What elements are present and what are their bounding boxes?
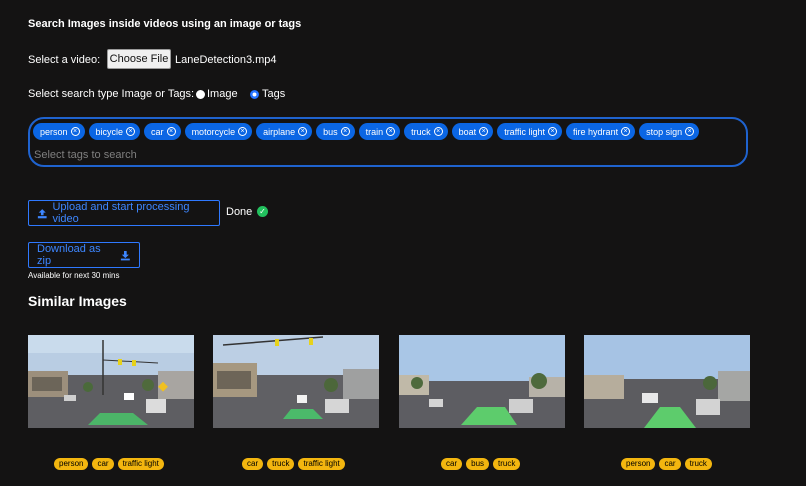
upload-status: Done [226, 206, 253, 218]
tag-chip[interactable]: person × [33, 123, 85, 140]
remove-tag-icon[interactable]: × [548, 127, 558, 136]
download-button-label: Download as zip [37, 243, 101, 267]
result-tags-4: person car truck [621, 458, 712, 470]
tag-chip-label: person [40, 126, 68, 137]
tag-chip-label: truck [411, 126, 431, 137]
download-icon [121, 250, 131, 260]
remove-tag-icon[interactable]: × [479, 127, 489, 136]
tag-chip[interactable]: airplane × [256, 123, 313, 140]
upload-icon [37, 208, 47, 218]
remove-tag-icon[interactable]: × [621, 127, 631, 136]
result-tag: bus [466, 458, 490, 470]
result-tag: car [441, 458, 463, 470]
remove-tag-icon[interactable]: × [298, 127, 308, 136]
tag-chip-label: motorcycle [191, 126, 236, 137]
tag-chip-label: traffic light [504, 126, 546, 137]
result-tags-2: car truck traffic light [242, 458, 345, 470]
result-tag: person [54, 458, 89, 470]
upload-button[interactable]: Upload and start processing video [28, 200, 220, 226]
remove-tag-icon[interactable]: × [340, 127, 350, 136]
result-image-4[interactable] [584, 335, 750, 428]
tag-chip-label: stop sign [646, 126, 683, 137]
remove-tag-icon[interactable]: × [70, 127, 80, 136]
tag-chip-label: boat [458, 126, 477, 137]
tag-chip-label: train [365, 126, 384, 137]
download-note: Available for next 30 mins [28, 271, 120, 280]
radio-image-label: Image [207, 88, 238, 100]
result-tags-1: person car traffic light [54, 458, 164, 470]
upload-button-label: Upload and start processing video [52, 201, 190, 225]
tag-chip[interactable]: stop sign × [639, 123, 700, 140]
tag-chip[interactable]: boat × [451, 123, 494, 140]
tag-chip[interactable]: traffic light × [497, 123, 563, 140]
page-title: Search Images inside videos using an ima… [28, 18, 302, 30]
check-icon: ✓ [257, 206, 268, 217]
result-tag: car [242, 458, 264, 470]
remove-tag-icon[interactable]: × [238, 127, 248, 136]
result-tag: traffic light [117, 458, 164, 470]
search-type-label: Select search type Image or Tags: [28, 88, 195, 100]
result-image-2[interactable] [213, 335, 379, 428]
result-tag: person [621, 458, 656, 470]
tag-chip[interactable]: motorcycle × [184, 123, 253, 140]
tag-chip[interactable]: train × [358, 123, 401, 140]
tag-search-input[interactable]: Select tags to search [34, 149, 137, 161]
remove-tag-icon[interactable]: × [685, 127, 695, 136]
result-tag: truck [267, 458, 295, 470]
file-name: LaneDetection3.mp4 [175, 54, 277, 66]
result-image-3[interactable] [399, 335, 565, 428]
result-tag: truck [493, 458, 521, 470]
result-tag: traffic light [298, 458, 345, 470]
tag-chip[interactable]: bus × [316, 123, 355, 140]
result-tags-3: car bus truck [441, 458, 521, 470]
result-image-1[interactable] [28, 335, 194, 428]
tag-chip-label: bus [323, 126, 338, 137]
result-tag: car [92, 458, 114, 470]
radio-tags-label: Tags [262, 88, 286, 100]
tag-chip[interactable]: truck × [404, 123, 448, 140]
tag-chip[interactable]: bicycle × [88, 123, 141, 140]
radio-image[interactable] [196, 90, 205, 99]
tag-chip-label: airplane [263, 126, 296, 137]
remove-tag-icon[interactable]: × [166, 127, 176, 136]
download-zip-button[interactable]: Download as zip [28, 242, 140, 268]
video-label: Select a video: [28, 54, 101, 66]
tag-chip-label: fire hydrant [573, 126, 619, 137]
selected-tags: person × bicycle × car × motorcycle × airplane × b… [33, 123, 700, 140]
tag-chip-label: car [151, 126, 164, 137]
choose-file-button[interactable]: Choose File [107, 49, 171, 69]
tag-chip[interactable]: fire hydrant × [566, 123, 636, 140]
remove-tag-icon[interactable]: × [126, 127, 136, 136]
results-heading: Similar Images [28, 293, 127, 309]
radio-tags[interactable] [250, 90, 259, 99]
remove-tag-icon[interactable]: × [433, 127, 443, 136]
tag-chip-label: bicycle [95, 126, 124, 137]
tag-chip[interactable]: car × [144, 123, 181, 140]
result-tag: car [659, 458, 681, 470]
result-tag: truck [684, 458, 712, 470]
remove-tag-icon[interactable]: × [386, 127, 396, 136]
